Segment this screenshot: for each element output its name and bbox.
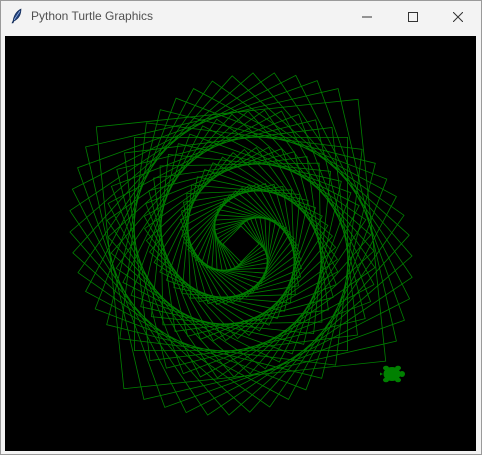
close-button[interactable] bbox=[435, 1, 481, 32]
close-icon bbox=[453, 11, 463, 22]
spiral-square bbox=[71, 74, 411, 414]
turtle-window: Python Turtle Graphics bbox=[0, 0, 482, 455]
spiral-square bbox=[159, 162, 323, 326]
spiral-square bbox=[130, 133, 352, 355]
spiral-square bbox=[153, 156, 329, 332]
spiral-square bbox=[122, 125, 360, 363]
maximize-button[interactable] bbox=[390, 1, 436, 32]
title-bar[interactable]: Python Turtle Graphics bbox=[1, 1, 481, 32]
window-title: Python Turtle Graphics bbox=[31, 9, 154, 23]
feather-icon bbox=[10, 8, 24, 24]
spiral-square bbox=[181, 184, 301, 304]
spiral-square bbox=[184, 187, 298, 301]
spiral-square bbox=[110, 113, 372, 375]
maximize-icon bbox=[408, 11, 418, 22]
spiral-square bbox=[94, 97, 388, 391]
minimize-button[interactable] bbox=[344, 1, 390, 32]
turtle-canvas[interactable] bbox=[5, 36, 476, 451]
spiral-square bbox=[140, 143, 342, 345]
spiral-square bbox=[116, 119, 366, 369]
turtle-icon bbox=[380, 365, 405, 383]
spiral-square bbox=[145, 148, 337, 340]
spiral-square bbox=[173, 176, 309, 312]
spiral-square bbox=[186, 189, 296, 299]
spiral-square bbox=[149, 152, 333, 336]
spiral-square bbox=[95, 98, 387, 390]
spiral-square bbox=[217, 220, 265, 268]
spiral-square bbox=[183, 186, 299, 302]
spiral-square bbox=[181, 184, 301, 304]
spiral-square bbox=[195, 198, 287, 290]
spiral-square bbox=[191, 194, 291, 294]
spiral-square bbox=[150, 153, 332, 335]
spiral-square bbox=[159, 162, 323, 326]
spiral-drawing bbox=[69, 72, 413, 416]
minimize-icon bbox=[362, 12, 372, 22]
